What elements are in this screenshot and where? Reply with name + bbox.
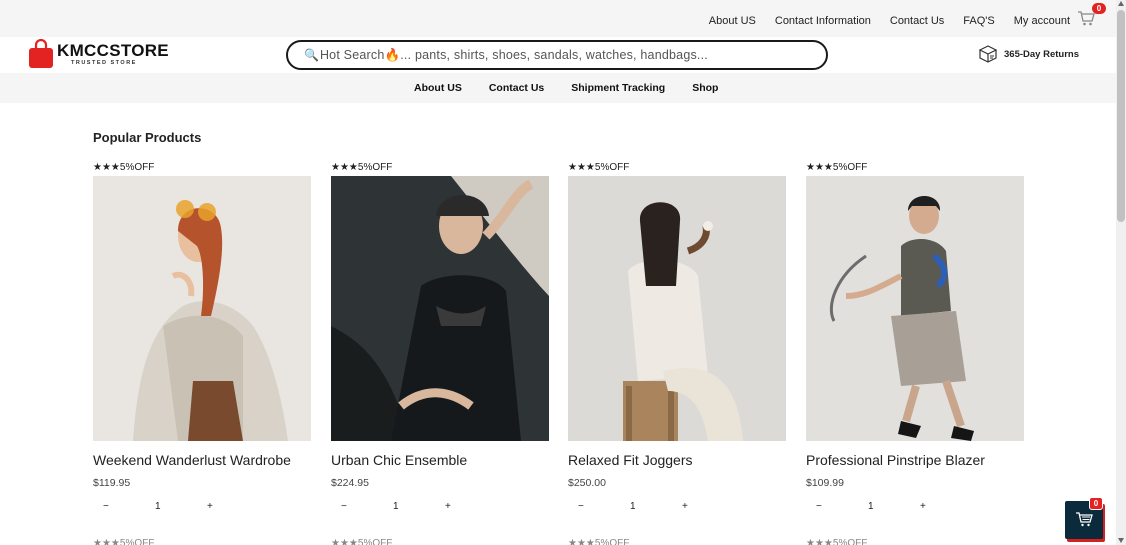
product-image[interactable] — [93, 176, 311, 441]
top-links: About US Contact Information Contact Us … — [709, 15, 1070, 27]
discount-badge: ★★★5%OFF — [568, 162, 630, 173]
product-price: $250.00 — [568, 477, 606, 489]
cart-count-badge: 0 — [1092, 3, 1106, 14]
header: KMCCSTORE TRUSTED STORE 🔍 Hot Search🔥...… — [0, 37, 1116, 73]
nav-item-contact[interactable]: Contact Us — [489, 82, 544, 94]
returns-label: 365-Day Returns — [1004, 48, 1079, 60]
search-input[interactable]: 🔍 Hot Search🔥... pants, shirts, shoes, s… — [286, 40, 828, 70]
product-card: ★★★5%OFF Professional Pinstripe Blazer $… — [806, 161, 1024, 515]
nav-item-about[interactable]: About US — [414, 82, 462, 94]
logo-name: KMCCSTORE — [57, 40, 169, 60]
cart-icon[interactable] — [1077, 10, 1095, 26]
decrease-qty-button[interactable]: − — [103, 501, 109, 512]
product-price: $109.99 — [806, 477, 844, 489]
search-placeholder: Hot Search🔥... pants, shirts, shoes, san… — [319, 47, 708, 62]
decrease-qty-button[interactable]: − — [341, 501, 347, 512]
quantity-value[interactable]: 1 — [393, 501, 399, 512]
top-link-contact-information[interactable]: Contact Information — [775, 15, 871, 27]
product-price: $224.95 — [331, 477, 369, 489]
quantity-value[interactable]: 1 — [155, 501, 161, 512]
scroll-up-arrow-icon[interactable] — [1118, 1, 1124, 6]
shopping-bag-icon — [29, 39, 53, 68]
quantity-stepper: − 1 + — [806, 501, 1024, 515]
product-card: ★★★5%OFF Relaxed Fit Joggers $250.00 − 1… — [568, 161, 786, 515]
logo-tagline: TRUSTED STORE — [71, 59, 137, 66]
decrease-qty-button[interactable]: − — [816, 501, 822, 512]
returns-info: 365-Day Returns — [978, 44, 1079, 64]
increase-qty-button[interactable]: + — [682, 501, 688, 512]
search-icon: 🔍 — [304, 48, 319, 62]
product-image[interactable] — [331, 176, 549, 441]
top-link-faqs[interactable]: FAQ'S — [963, 15, 994, 27]
floating-cart-count-badge: 0 — [1089, 497, 1103, 510]
product-name[interactable]: Relaxed Fit Joggers — [568, 452, 786, 468]
product-image[interactable] — [806, 176, 1024, 441]
increase-qty-button[interactable]: + — [920, 501, 926, 512]
quantity-value[interactable]: 1 — [630, 501, 636, 512]
top-link-contact-us[interactable]: Contact Us — [890, 15, 944, 27]
nav-item-shipment-tracking[interactable]: Shipment Tracking — [571, 82, 665, 94]
main-nav: About US Contact Us Shipment Tracking Sh… — [0, 73, 1116, 103]
top-link-about[interactable]: About US — [709, 15, 756, 27]
quantity-stepper: − 1 + — [331, 501, 549, 515]
discount-badge: ★★★5%OFF — [806, 162, 868, 173]
top-utility-bar: About US Contact Information Contact Us … — [0, 0, 1116, 37]
quantity-stepper: − 1 + — [568, 501, 786, 515]
store-logo[interactable]: KMCCSTORE TRUSTED STORE — [28, 39, 169, 69]
product-name[interactable]: Weekend Wanderlust Wardrobe — [93, 452, 311, 468]
product-image[interactable] — [568, 176, 786, 441]
product-name[interactable]: Professional Pinstripe Blazer — [806, 452, 1024, 468]
discount-badge: ★★★5%OFF — [568, 538, 630, 545]
increase-qty-button[interactable]: + — [207, 501, 213, 512]
top-link-my-account[interactable]: My account — [1014, 15, 1070, 27]
discount-badge: ★★★5%OFF — [331, 162, 393, 173]
product-price: $119.95 — [93, 477, 131, 489]
discount-badge: ★★★5%OFF — [806, 538, 868, 545]
scroll-down-arrow-icon[interactable] — [1118, 538, 1124, 543]
product-card: ★★★5%OFF Weekend Wanderlust Wardrobe $11… — [93, 161, 311, 515]
discount-badge: ★★★5%OFF — [93, 162, 155, 173]
increase-qty-button[interactable]: + — [445, 501, 451, 512]
decrease-qty-button[interactable]: − — [578, 501, 584, 512]
page-scrollbar[interactable] — [1116, 0, 1126, 545]
cart-icon — [1076, 512, 1093, 527]
product-name[interactable]: Urban Chic Ensemble — [331, 452, 549, 468]
discount-badge: ★★★5%OFF — [331, 538, 393, 545]
quantity-stepper: − 1 + — [93, 501, 311, 515]
product-card: ★★★5%OFF Urban Chic Ensemble $224.95 − 1… — [331, 161, 549, 515]
quantity-value[interactable]: 1 — [868, 501, 874, 512]
returns-box-icon — [978, 45, 998, 63]
scrollbar-thumb[interactable] — [1117, 10, 1125, 222]
section-title: Popular Products — [93, 130, 202, 145]
discount-badge: ★★★5%OFF — [93, 538, 155, 545]
nav-item-shop[interactable]: Shop — [692, 82, 718, 94]
